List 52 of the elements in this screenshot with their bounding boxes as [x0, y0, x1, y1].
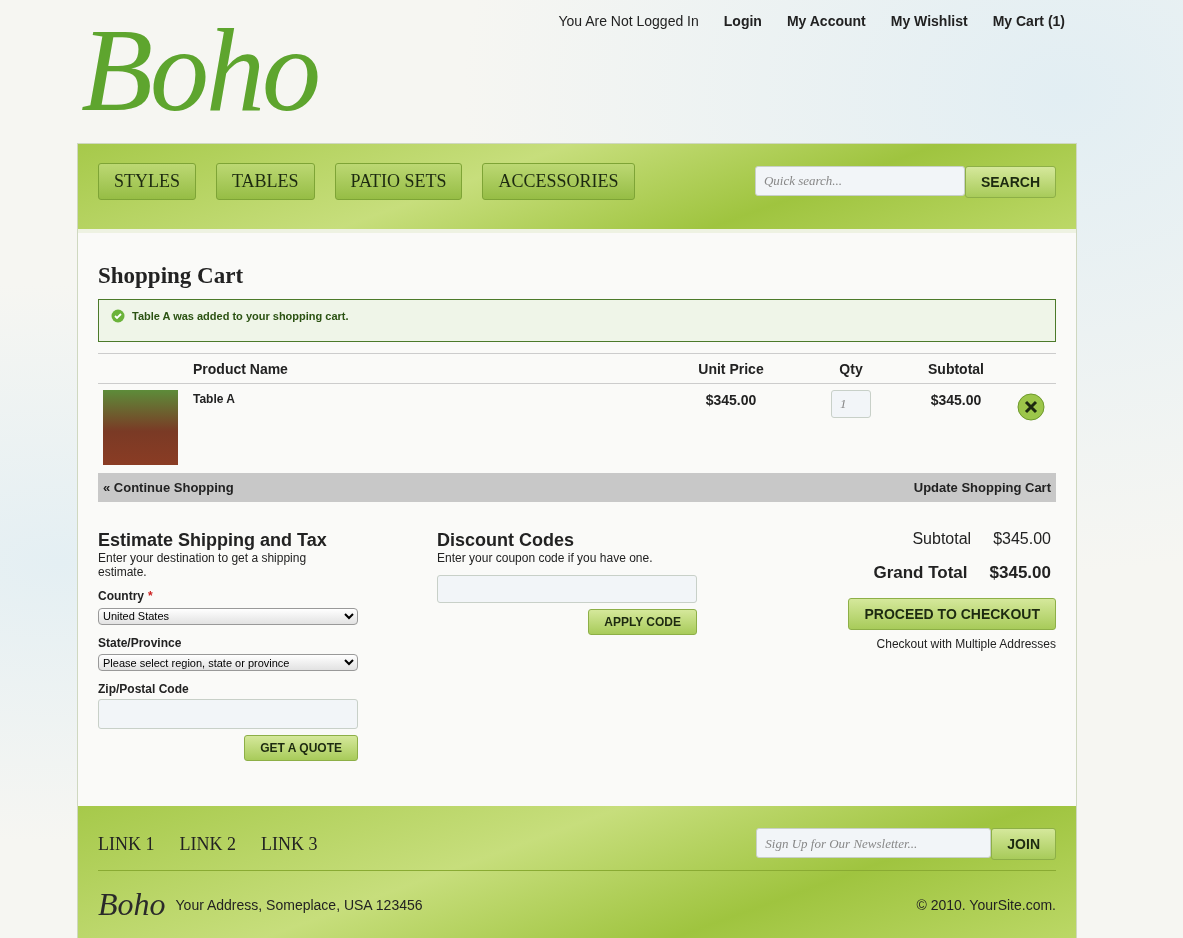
- dropdown[interactable]: Please select region, state or province: [98, 654, 358, 671]
- unit-price: $345.00: [704, 391, 758, 410]
- nav-button[interactable]: ACCESSORIES: [482, 163, 635, 200]
- apply-code-button[interactable]: APPLY CODE: [588, 609, 698, 635]
- header-link[interactable]: My Account: [786, 13, 866, 29]
- total-label: Subtotal: [912, 530, 972, 548]
- field-label: Zip/Postal Code: [98, 682, 190, 696]
- total-value: $345.00: [993, 530, 1051, 548]
- checkout-button[interactable]: PROCEED TO CHECKOUT: [848, 598, 1056, 630]
- header-link[interactable]: My Wishlist: [890, 13, 968, 29]
- coupon-field[interactable]: [437, 575, 698, 603]
- message-text: Table A was added to your shopping cart.: [132, 310, 349, 322]
- section-title: Discount Codes: [437, 530, 576, 551]
- search-field[interactable]: Quick search...: [754, 165, 965, 196]
- column-header: Unit Price: [697, 361, 765, 377]
- section-intro: Enter your coupon code if you have one.: [437, 551, 654, 565]
- status-text: You Are Not Logged In: [558, 13, 699, 29]
- footer-logo: Boho: [98, 886, 166, 923]
- nav-button[interactable]: STYLES: [98, 163, 196, 200]
- header-link[interactable]: My Cart (1): [992, 13, 1065, 29]
- section-intro: Enter your destination to get a shipping estimate.: [98, 551, 308, 579]
- field-label: State/Province: [98, 635, 183, 650]
- check-icon: [111, 309, 125, 323]
- update-cart-link[interactable]: Update Shopping Cart: [913, 480, 1051, 495]
- newsletter-field[interactable]: Sign Up for Our Newsletter...: [756, 828, 992, 858]
- header-link[interactable]: Login: [723, 13, 762, 29]
- total-label: Grand Total: [873, 563, 968, 583]
- nav-button[interactable]: TABLES: [216, 163, 315, 200]
- zip-field[interactable]: [98, 699, 358, 729]
- page-title: Shopping Cart: [98, 263, 245, 289]
- dropdown[interactable]: United States: [98, 607, 358, 625]
- section-title: Estimate Shipping and Tax: [98, 530, 328, 551]
- address-text: Your Address, Someplace, USA 123456: [175, 896, 423, 913]
- field-label: Country *: [98, 589, 154, 603]
- product-name[interactable]: Table A: [193, 390, 666, 465]
- join-button[interactable]: JOIN: [991, 828, 1056, 860]
- column-header: Qty: [838, 361, 864, 377]
- column-header: Subtotal: [927, 361, 985, 377]
- get-quote-button[interactable]: GET A QUOTE: [244, 735, 358, 761]
- copyright-text: © 2010. YourSite.com.: [916, 896, 1056, 913]
- footer-link[interactable]: LINK 1: [98, 833, 155, 855]
- nav-button[interactable]: PATIO SETS: [334, 163, 463, 200]
- remove-icon[interactable]: [1017, 393, 1045, 421]
- required-mark: *: [148, 589, 153, 603]
- column-header: Product Name: [193, 361, 289, 377]
- continue-shopping-link[interactable]: « Continue Shopping: [103, 480, 234, 495]
- footer-link[interactable]: LINK 3: [261, 833, 318, 855]
- total-value: $345.00: [989, 563, 1051, 583]
- multiple-addresses-link[interactable]: Checkout with Multiple Addresses: [697, 637, 1056, 651]
- row-subtotal: $345.00: [929, 391, 983, 410]
- footer-link[interactable]: LINK 2: [179, 833, 236, 855]
- search-button[interactable]: SEARCH: [964, 165, 1056, 198]
